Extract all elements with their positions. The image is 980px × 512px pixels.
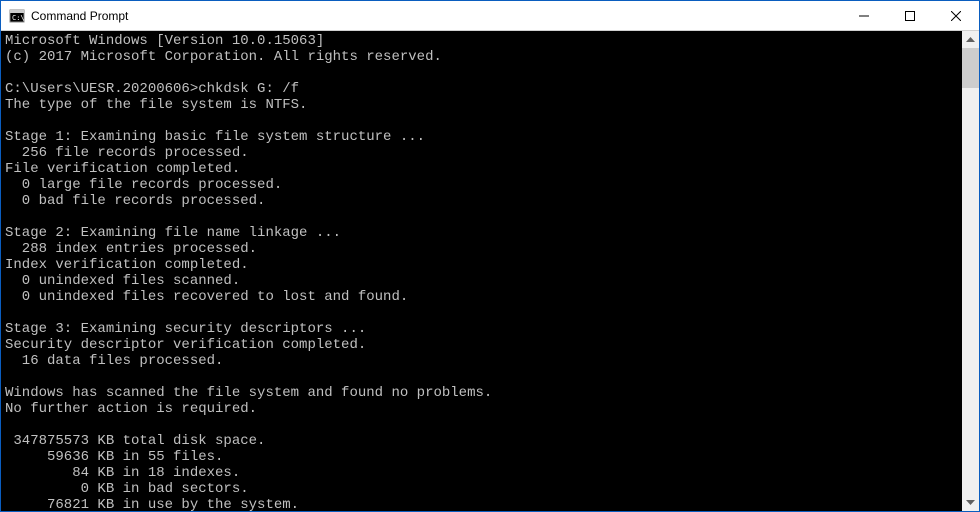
titlebar[interactable]: C:\ Command Prompt [1,1,979,31]
terminal-output[interactable]: Microsoft Windows [Version 10.0.15063] (… [1,31,962,511]
minimize-button[interactable] [841,1,887,30]
app-icon: C:\ [9,8,25,24]
svg-text:C:\: C:\ [12,14,25,22]
scroll-track[interactable] [962,48,979,494]
window-title: Command Prompt [31,9,841,23]
window-controls [841,1,979,30]
scroll-thumb[interactable] [962,48,979,88]
command-prompt-window: C:\ Command Prompt Microsoft Windows [Ve… [0,0,980,512]
vertical-scrollbar[interactable] [962,31,979,511]
scroll-down-arrow-icon[interactable] [962,494,979,511]
maximize-button[interactable] [887,1,933,30]
scroll-up-arrow-icon[interactable] [962,31,979,48]
close-button[interactable] [933,1,979,30]
terminal-area: Microsoft Windows [Version 10.0.15063] (… [1,31,979,511]
